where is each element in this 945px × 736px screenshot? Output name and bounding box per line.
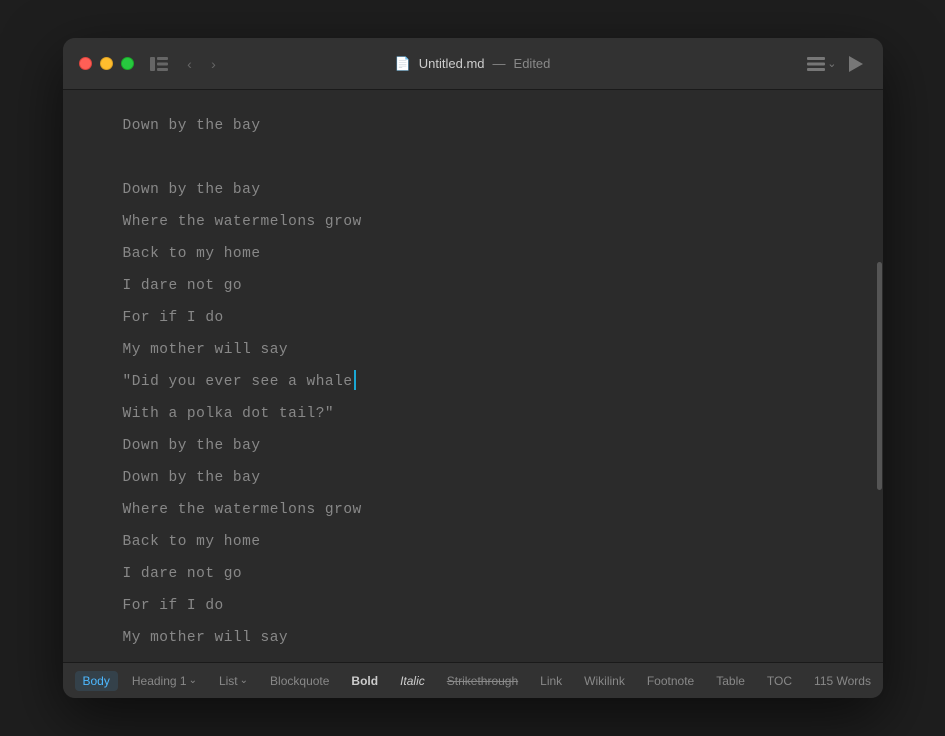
file-icon: 📄 xyxy=(395,56,411,72)
filename: Untitled.md xyxy=(419,56,485,71)
list-label: List xyxy=(219,674,238,688)
heading-format-button[interactable]: Heading 1 ⌄ xyxy=(124,671,205,691)
editor-line-15: I dare not go xyxy=(123,558,843,590)
editor-line-3: Down by the bay xyxy=(123,174,843,206)
editor-line-14: Back to my home xyxy=(123,526,843,558)
blockquote-format-button[interactable]: Blockquote xyxy=(262,671,337,691)
minimize-button[interactable] xyxy=(100,57,113,70)
editor-line-17: My mother will say xyxy=(123,622,843,654)
word-count-area: 115 Words ⌄ xyxy=(806,671,882,691)
editor-line-7: For if I do xyxy=(123,302,843,334)
forward-arrow[interactable]: › xyxy=(204,54,224,74)
list-chevron-icon: ⌄ xyxy=(240,675,248,686)
editor-line-13: Where the watermelons grow xyxy=(123,494,843,526)
editor-line-empty xyxy=(123,142,843,174)
link-format-button[interactable]: Link xyxy=(532,671,570,691)
edited-label: Edited xyxy=(514,56,551,71)
editor-line-5: Back to my home xyxy=(123,238,843,270)
editor-content[interactable]: Down by the bay Down by the bay Where th… xyxy=(63,90,883,662)
navigation-arrows: ‹ › xyxy=(180,54,224,74)
statusbar: Body Heading 1 ⌄ List ⌄ Blockquote Bold … xyxy=(63,662,883,698)
sidebar-toggle-button[interactable] xyxy=(150,57,168,71)
editor-line-9: "Did you ever see a whale xyxy=(123,366,843,398)
bold-format-button[interactable]: Bold xyxy=(343,671,386,691)
back-arrow[interactable]: ‹ xyxy=(180,54,200,74)
text-cursor xyxy=(354,370,356,390)
editor-line-10: With a polka dot tail?" xyxy=(123,398,843,430)
app-window: ‹ › 📄 Untitled.md — Edited ⌄ xyxy=(63,38,883,698)
editor-line-1: Down by the bay xyxy=(123,110,843,142)
body-format-button[interactable]: Body xyxy=(75,671,118,691)
scrollbar[interactable] xyxy=(875,90,883,662)
view-options-button[interactable]: ⌄ xyxy=(807,57,836,71)
italic-format-button[interactable]: Italic xyxy=(392,671,433,691)
editor-line-8: My mother will say xyxy=(123,334,843,366)
word-count[interactable]: 115 Words xyxy=(806,671,879,691)
wikilink-format-button[interactable]: Wikilink xyxy=(576,671,633,691)
editor-line-18: "Did xyxy=(123,654,843,662)
editor-line-12: Down by the bay xyxy=(123,462,843,494)
maximize-button[interactable] xyxy=(121,57,134,70)
editor-line-4: Where the watermelons grow xyxy=(123,206,843,238)
strikethrough-format-button[interactable]: Strikethrough xyxy=(439,671,526,691)
editor-line-11: Down by the bay xyxy=(123,430,843,462)
scrollbar-thumb[interactable] xyxy=(877,262,882,491)
table-format-button[interactable]: Table xyxy=(708,671,753,691)
play-button[interactable] xyxy=(845,53,867,75)
toc-format-button[interactable]: TOC xyxy=(759,671,800,691)
titlebar: ‹ › 📄 Untitled.md — Edited ⌄ xyxy=(63,38,883,90)
editor-line-16: For if I do xyxy=(123,590,843,622)
toolbar-right: ⌄ xyxy=(807,53,866,75)
heading-chevron-icon: ⌄ xyxy=(189,675,197,686)
edited-badge: — xyxy=(493,56,506,71)
close-button[interactable] xyxy=(79,57,92,70)
list-format-button[interactable]: List ⌄ xyxy=(211,671,256,691)
editor-line-6: I dare not go xyxy=(123,270,843,302)
traffic-lights xyxy=(79,57,134,70)
footnote-format-button[interactable]: Footnote xyxy=(639,671,702,691)
heading-label: Heading 1 xyxy=(132,674,187,688)
editor-area[interactable]: Down by the bay Down by the bay Where th… xyxy=(63,90,883,662)
title-area: 📄 Untitled.md — Edited xyxy=(395,56,551,72)
chevron-down-icon: ⌄ xyxy=(827,57,836,70)
